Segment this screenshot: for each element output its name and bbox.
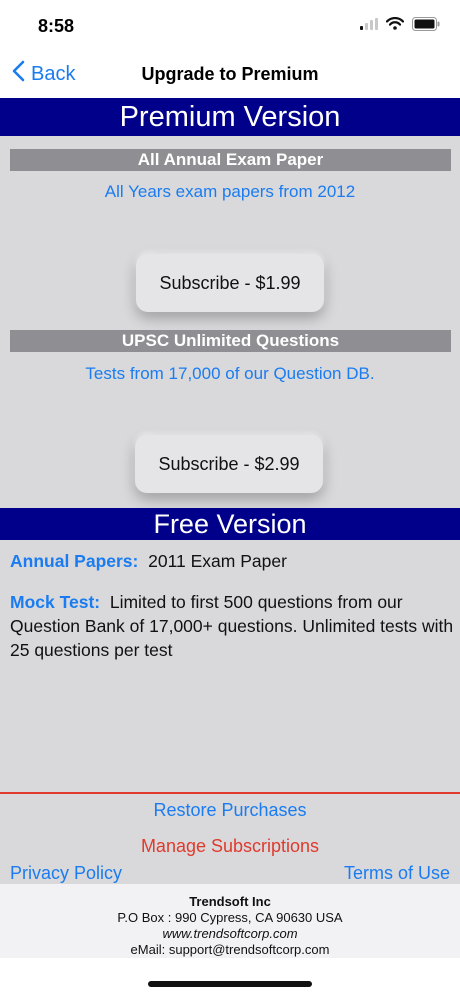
- plan-subtitle-annual-exam: All Years exam papers from 2012: [104, 182, 356, 201]
- status-bar: 8:58: [0, 0, 460, 50]
- company-website: www.trendsoftcorp.com: [162, 926, 298, 941]
- company-address: P.O Box : 990 Cypress, CA 90630 USA: [117, 910, 343, 925]
- free-feature-text: 2011 Exam Paper: [148, 551, 287, 571]
- free-feature-annual-papers: Annual Papers: 2011 Exam Paper: [10, 549, 455, 573]
- content-area: Premium Version All Annual Exam Paper Al…: [0, 98, 460, 792]
- premium-version-banner: Premium Version: [0, 98, 460, 136]
- navigation-bar: Back Upgrade to Premium: [0, 50, 460, 98]
- free-version-banner: Free Version: [0, 508, 460, 540]
- plan-header-unlimited-questions: UPSC Unlimited Questions: [10, 330, 451, 352]
- plan-header-annual-exam: All Annual Exam Paper: [10, 149, 451, 171]
- manage-subscriptions-link[interactable]: Manage Subscriptions: [0, 836, 460, 857]
- free-feature-mock-test: Mock Test: Limited to first 500 question…: [10, 590, 455, 662]
- company-info: Trendsoft Inc P.O Box : 990 Cypress, CA …: [0, 884, 460, 958]
- status-time: 8:58: [38, 16, 75, 36]
- company-email: eMail: support@trendsoftcorp.com: [130, 942, 330, 957]
- status-icons: [360, 16, 440, 36]
- wifi-icon: [385, 17, 405, 35]
- subscribe-annual-exam-button[interactable]: Subscribe - $1.99: [136, 254, 324, 312]
- free-feature-label: Mock Test:: [10, 592, 101, 612]
- footer-links: Restore Purchases Manage Subscriptions P…: [0, 792, 460, 884]
- terms-of-use-link[interactable]: Terms of Use: [344, 863, 450, 884]
- restore-purchases-link[interactable]: Restore Purchases: [0, 800, 460, 821]
- home-indicator: [148, 981, 312, 987]
- page-title: Upgrade to Premium: [141, 64, 319, 84]
- plan-subtitle-unlimited-questions: Tests from 17,000 of our Question DB.: [85, 364, 375, 383]
- company-name: Trendsoft Inc: [189, 894, 271, 909]
- signal-icon: [360, 17, 378, 35]
- subscribe-unlimited-questions-button[interactable]: Subscribe - $2.99: [135, 435, 323, 493]
- free-feature-label: Annual Papers:: [10, 551, 139, 571]
- battery-icon: [412, 16, 440, 36]
- privacy-policy-link[interactable]: Privacy Policy: [10, 863, 122, 884]
